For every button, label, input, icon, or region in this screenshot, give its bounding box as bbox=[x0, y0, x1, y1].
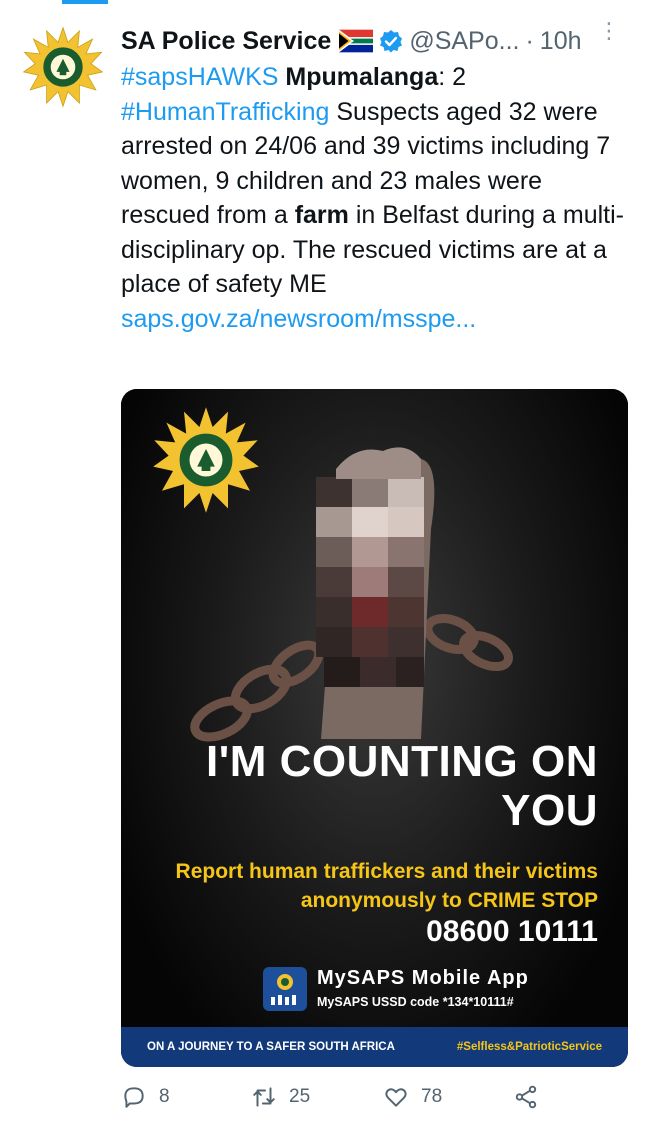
footer-hashtag: #Selfless&PatrioticService bbox=[456, 1041, 602, 1053]
hashtag-sapshawks[interactable]: #sapsHAWKS bbox=[121, 63, 278, 91]
retweet-icon bbox=[253, 1087, 275, 1107]
like-count: 78 bbox=[421, 1086, 443, 1107]
crime-stop-number: 08600 10111 bbox=[426, 915, 598, 948]
verified-icon bbox=[380, 30, 403, 53]
retweet-button[interactable]: 25 bbox=[251, 1080, 310, 1114]
top-bar bbox=[0, 0, 646, 4]
app-ussd-code: MySAPS USSD code *134*10111# bbox=[317, 995, 514, 1009]
footer-slogan: ON A JOURNEY TO A SAFER SOUTH AFRICA bbox=[147, 1041, 395, 1053]
hashtag-humantrafficking[interactable]: #HumanTrafficking bbox=[121, 98, 329, 126]
south-africa-flag-icon bbox=[339, 29, 374, 53]
tweet-header: SA Police Service @SAPo... · 10h bbox=[121, 24, 626, 58]
reply-count: 8 bbox=[159, 1086, 170, 1107]
tweet-time[interactable]: 10h bbox=[540, 27, 582, 56]
mysaps-app-promo: MySAPS Mobile App MySAPS USSD code *134*… bbox=[263, 967, 598, 1013]
tweet-text: #sapsHAWKS Mpumalanga: 2 #HumanTrafficki… bbox=[121, 60, 631, 336]
share-button[interactable] bbox=[513, 1080, 551, 1114]
text-bold-farm: farm bbox=[294, 201, 349, 229]
like-button[interactable]: 78 bbox=[383, 1080, 442, 1114]
mysaps-app-icon bbox=[263, 967, 307, 1011]
time-separator: · bbox=[525, 26, 534, 55]
tweet-media-image[interactable]: I'M COUNTING ON YOU Report human traffic… bbox=[121, 389, 628, 1067]
text-bold-mpumalanga: Mpumalanga bbox=[285, 63, 439, 91]
author-name[interactable]: SA Police Service bbox=[121, 27, 331, 56]
heart-icon bbox=[385, 1088, 407, 1107]
reply-icon bbox=[124, 1087, 144, 1108]
tweet-link[interactable]: saps.gov.za/newsroom/msspe... bbox=[121, 305, 476, 333]
share-icon bbox=[515, 1085, 537, 1109]
text-span: : 2 bbox=[438, 63, 467, 91]
poster-subtext: Report human traffickers and their victi… bbox=[175, 860, 598, 912]
tab-indicator bbox=[62, 0, 108, 4]
poster-headline: I'M COUNTING ON YOU bbox=[206, 737, 598, 835]
avatar[interactable] bbox=[22, 26, 104, 108]
saps-badge-logo bbox=[153, 407, 259, 513]
more-options-icon[interactable]: ⋮ bbox=[598, 20, 620, 42]
app-title: MySAPS Mobile App bbox=[317, 967, 529, 989]
poster-footer: ON A JOURNEY TO A SAFER SOUTH AFRICA #Se… bbox=[121, 1027, 628, 1067]
author-handle[interactable]: @SAPo... bbox=[409, 27, 519, 56]
retweet-count: 25 bbox=[289, 1086, 311, 1107]
reply-button[interactable]: 8 bbox=[121, 1080, 170, 1114]
tweet-actions: 8 25 78 bbox=[121, 1080, 551, 1114]
